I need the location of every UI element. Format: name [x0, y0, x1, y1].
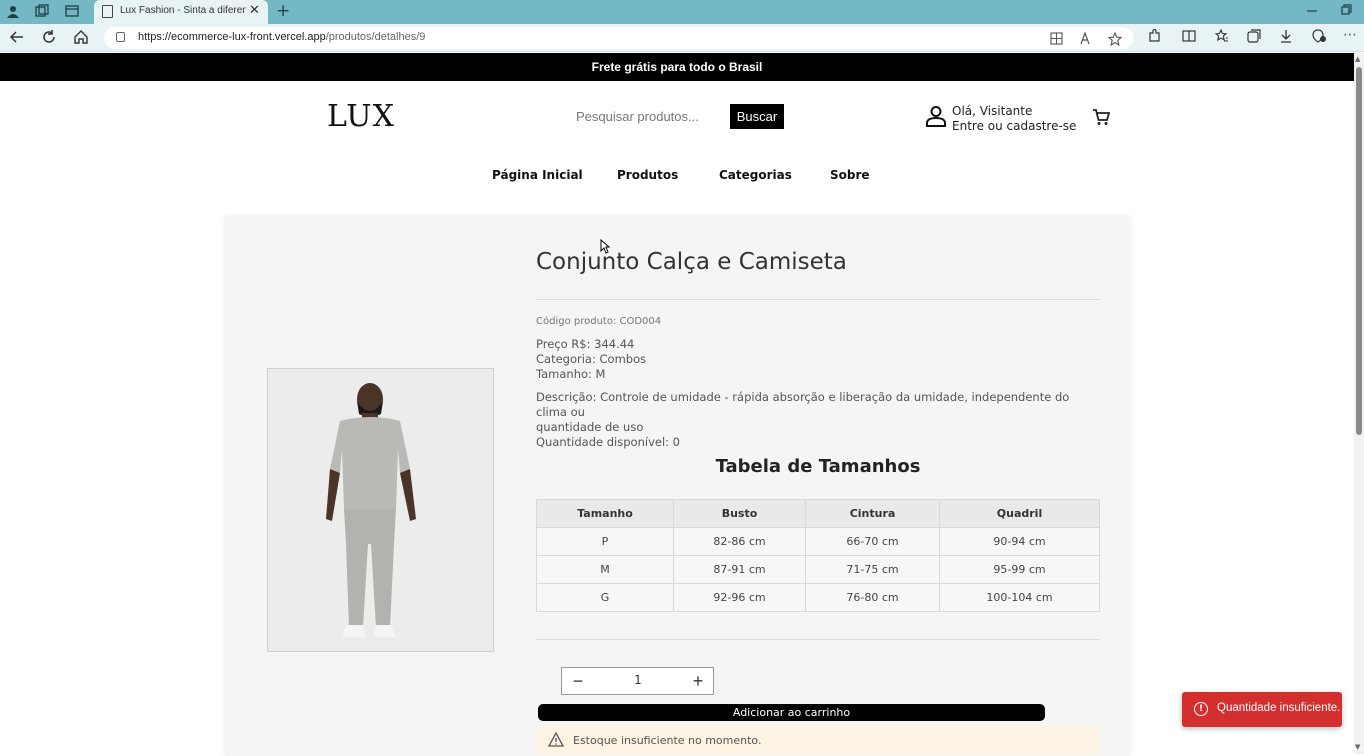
read-aloud-icon[interactable] [1080, 31, 1093, 49]
url-host: https://ecommerce-lux-front.vercel.app [138, 31, 326, 43]
description-line-1: Descrição: Controle de umidade - rápida … [536, 390, 1070, 419]
url-field[interactable]: https://ecommerce-lux-front.vercel.app/p… [104, 27, 1134, 49]
table-cell: 95-99 cm [939, 555, 1100, 584]
table-cell: 90-94 cm [939, 527, 1100, 556]
home-icon[interactable] [73, 29, 89, 49]
browser-tab-bar: Lux Fashion - Sinta a diferença de ✕ + [0, 0, 1364, 24]
profile-icon[interactable] [5, 4, 21, 20]
minimize-icon[interactable] [1306, 3, 1318, 21]
promo-bar: Frete grátis para todo o Brasil [0, 53, 1354, 81]
table-cell: 71-75 cm [805, 555, 940, 584]
scroll-up-icon[interactable]: ▲ [1355, 55, 1360, 63]
nav-categories[interactable]: Categorias [719, 168, 792, 182]
tab-title: Lux Fashion - Sinta a diferença de [120, 5, 246, 16]
table-cell: P [536, 527, 674, 556]
toast-message: Quantidade insuficiente. [1217, 702, 1341, 714]
scroll-thumb[interactable] [1356, 67, 1362, 435]
user-greeting[interactable]: Olá, Visitante Entre ou cadastre-se [952, 104, 1076, 134]
product-title: Conjunto Calça e Camiseta [536, 249, 847, 275]
more-options-icon[interactable]: ⋯ [1343, 27, 1357, 43]
search-input[interactable] [566, 104, 726, 128]
browser-address-bar: https://ecommerce-lux-front.vercel.app/p… [0, 24, 1364, 52]
app-available-icon[interactable] [1050, 32, 1063, 49]
page-scrollbar[interactable]: ▲ ▼ [1354, 53, 1364, 754]
tab-actions-icon[interactable] [64, 4, 80, 20]
warning-icon [547, 731, 565, 747]
downloads-icon[interactable] [1279, 29, 1293, 47]
stock-warning: Estoque insuficiente no momento. [536, 727, 1100, 754]
error-toast[interactable]: ! Quantidade insuficiente. [1182, 692, 1342, 727]
divider [536, 299, 1100, 300]
product-image [267, 368, 494, 652]
scroll-down-icon[interactable]: ▼ [1355, 743, 1360, 751]
page-favicon-icon [102, 5, 113, 18]
stock-quantity: Quantidade disponível: 0 [536, 435, 680, 449]
table-cell: G [536, 583, 674, 612]
table-cell: 66-70 cm [805, 527, 940, 556]
collections-icon[interactable] [1247, 29, 1261, 47]
cart-icon[interactable] [1092, 108, 1111, 126]
nav-products[interactable]: Produtos [617, 168, 678, 182]
quantity-value[interactable]: 1 [622, 673, 654, 687]
table-header: Tamanho [536, 499, 674, 528]
new-tab-icon[interactable]: + [276, 1, 290, 21]
table-cell: 76-80 cm [805, 583, 940, 612]
table-row: G 92-96 cm 76-80 cm 100-104 cm [536, 583, 1100, 612]
refresh-icon[interactable] [41, 29, 57, 49]
lock-icon[interactable] [116, 32, 125, 42]
nav-about[interactable]: Sobre [830, 168, 870, 182]
store-logo[interactable]: LUX [327, 99, 395, 134]
search-button[interactable]: Buscar [730, 104, 784, 129]
nav-home[interactable]: Página Inicial [492, 168, 583, 182]
tab-close-icon[interactable]: ✕ [249, 3, 260, 18]
restore-icon[interactable] [1340, 3, 1352, 21]
table-cell: M [536, 555, 674, 584]
product-category: Categoria: Combos [536, 352, 647, 366]
error-icon: ! [1194, 702, 1208, 716]
table-cell: 92-96 cm [673, 583, 806, 612]
mouse-cursor-icon [600, 238, 611, 254]
size-table-title: Tabela de Tamanhos [715, 456, 921, 477]
split-screen-icon[interactable] [1182, 29, 1196, 47]
add-to-cart-button[interactable]: Adicionar ao carrinho [538, 704, 1045, 721]
table-header-row: Tamanho Busto Cintura Quadril [536, 499, 1100, 528]
table-header: Quadril [939, 499, 1100, 528]
product-description: Descrição: Controle de umidade - rápida … [536, 390, 1100, 450]
workspaces-icon[interactable] [34, 4, 50, 20]
user-icon[interactable] [925, 105, 947, 127]
back-icon[interactable] [9, 29, 25, 49]
favorite-star-icon[interactable] [1107, 31, 1123, 50]
table-header: Busto [673, 499, 806, 528]
table-cell: 100-104 cm [939, 583, 1100, 612]
url-path: /produtos/detalhes/9 [325, 31, 426, 43]
extensions-icon[interactable] [1147, 28, 1161, 47]
warning-text: Estoque insuficiente no momento. [573, 734, 762, 747]
active-tab[interactable]: Lux Fashion - Sinta a diferença de ✕ [94, 0, 268, 24]
product-details: Preço R$: 344.44 Categoria: Combos Taman… [536, 337, 646, 382]
size-table: Tamanho Busto Cintura Quadril P 82-86 cm… [536, 499, 1100, 612]
description-line-2: quantidade de uso [536, 420, 644, 434]
greeting-text: Olá, Visitante [952, 104, 1033, 118]
table-row: M 87-91 cm 71-75 cm 95-99 cm [536, 555, 1100, 584]
login-link[interactable]: Entre ou cadastre-se [952, 119, 1076, 134]
divider [536, 639, 1100, 640]
url-text: https://ecommerce-lux-front.vercel.app/p… [138, 31, 425, 43]
quantity-stepper: − 1 + [561, 667, 714, 695]
product-code: Código produto: COD004 [536, 316, 662, 327]
favorites-icon[interactable] [1214, 28, 1229, 47]
browser-essentials-icon[interactable] [1311, 29, 1327, 47]
product-price: Preço R$: 344.44 [536, 337, 635, 351]
table-cell: 82-86 cm [673, 527, 806, 556]
table-row: P 82-86 cm 66-70 cm 90-94 cm [536, 527, 1100, 556]
increase-quantity-button[interactable]: + [682, 668, 714, 694]
decrease-quantity-button[interactable]: − [562, 668, 594, 694]
table-header: Cintura [805, 499, 940, 528]
table-cell: 87-91 cm [673, 555, 806, 584]
product-size: Tamanho: M [536, 367, 606, 381]
